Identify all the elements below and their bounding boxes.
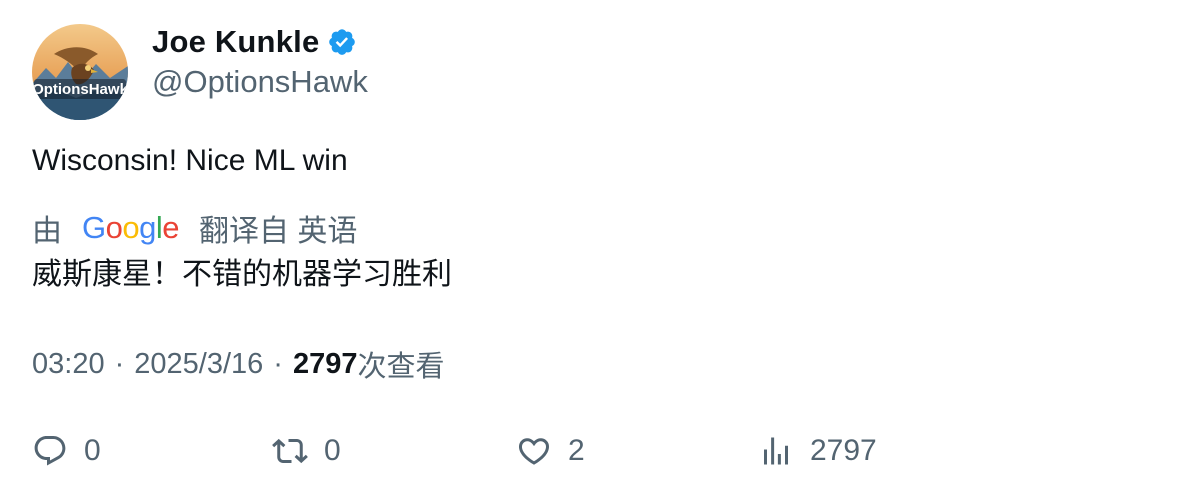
views-label: 次查看 (357, 351, 445, 383)
reply-button[interactable]: 0 (32, 428, 101, 474)
reply-icon (34, 436, 66, 466)
translation-suffix: 翻译自 英语 (199, 215, 358, 248)
views-button[interactable]: 2797 (758, 428, 877, 474)
tweet-text: Wisconsin! Nice ML win (32, 144, 348, 177)
tweet-meta: 03:20 · 2025/3/16 · 2797 次查看 (32, 342, 444, 386)
name-row: Joe Kunkle (152, 22, 368, 62)
avatar[interactable]: OptionsHawk (32, 24, 128, 120)
meta-separator: · (114, 347, 125, 380)
google-logo: Google (82, 210, 180, 246)
retweet-icon (272, 438, 308, 464)
views-count: 2797 (292, 347, 358, 380)
user-handle[interactable]: @OptionsHawk (152, 62, 368, 102)
translation-prefix: 由 (32, 215, 62, 248)
avatar-logo-text: OptionsHawk (32, 81, 128, 98)
meta-separator: · (273, 347, 283, 380)
translation-attribution[interactable]: 由 Google 翻译自 英语 (32, 206, 357, 250)
translated-text: 威斯康星！不错的机器学习胜利 (32, 258, 452, 291)
display-name[interactable]: Joe Kunkle (152, 24, 319, 60)
heart-icon (518, 438, 550, 465)
author-block: Joe Kunkle @OptionsHawk (152, 22, 368, 102)
views-action-count: 2797 (810, 434, 877, 467)
reply-count: 0 (84, 434, 101, 467)
tweet-card: OptionsHawk Joe Kunkle @OptionsHawk Wisc… (0, 0, 1196, 498)
retweet-count: 0 (324, 434, 341, 467)
verified-badge-icon[interactable] (327, 27, 357, 57)
google-logo-text: Google (82, 210, 180, 245)
like-button[interactable]: 2 (516, 428, 585, 474)
analytics-icon (764, 437, 788, 465)
action-bar: 0 0 2 2797 (32, 428, 1162, 474)
avatar-image: OptionsHawk (32, 24, 128, 120)
tweet-date[interactable]: 2025/3/16 (134, 348, 263, 381)
like-count: 2 (568, 434, 585, 467)
tweet-time[interactable]: 03:20 (32, 348, 105, 381)
retweet-button[interactable]: 0 (272, 428, 341, 474)
